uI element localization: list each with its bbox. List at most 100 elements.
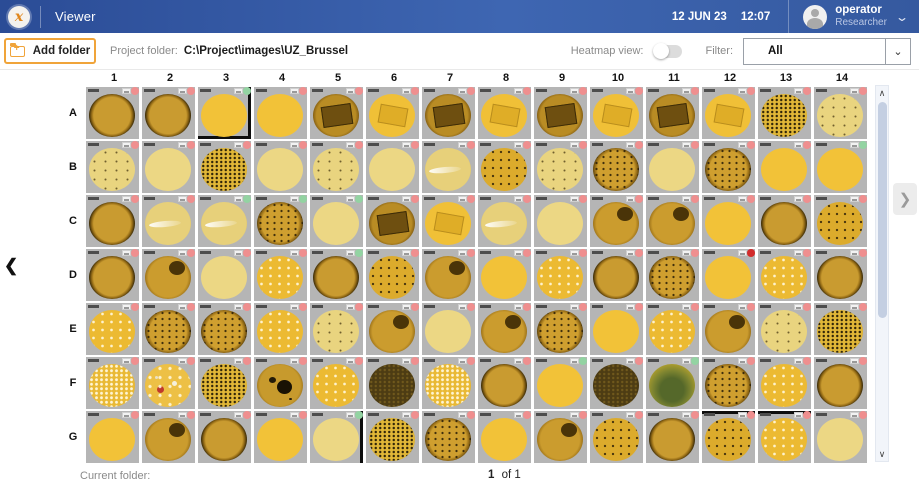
plate-cell-B6[interactable] — [366, 141, 419, 193]
plate-cell-C2[interactable] — [142, 195, 195, 247]
plate-cell-C3[interactable] — [198, 195, 251, 247]
plate-cell-F2[interactable] — [142, 357, 195, 409]
plate-cell-A14[interactable] — [814, 87, 867, 139]
plate-cell-C8[interactable] — [478, 195, 531, 247]
plate-cell-G6[interactable] — [366, 411, 419, 463]
plate-cell-A9[interactable] — [534, 87, 587, 139]
plate-cell-F5[interactable] — [310, 357, 363, 409]
plate-cell-F11[interactable] — [646, 357, 699, 409]
plate-cell-C6[interactable] — [366, 195, 419, 247]
plate-cell-B4[interactable] — [254, 141, 307, 193]
user-info[interactable]: operator Researcher — [835, 4, 887, 29]
plate-cell-F13[interactable] — [758, 357, 811, 409]
plate-cell-D10[interactable] — [590, 249, 643, 301]
plate-cell-B3[interactable] — [198, 141, 251, 193]
filter-dropdown[interactable]: All ⌄ — [743, 38, 911, 65]
plate-cell-B9[interactable] — [534, 141, 587, 193]
scroll-down-icon[interactable]: ∨ — [876, 447, 888, 461]
plate-cell-D7[interactable] — [422, 249, 475, 301]
plate-cell-B7[interactable] — [422, 141, 475, 193]
plate-cell-C13[interactable] — [758, 195, 811, 247]
plate-cell-C9[interactable] — [534, 195, 587, 247]
plate-cell-D11[interactable] — [646, 249, 699, 301]
plate-cell-F4[interactable] — [254, 357, 307, 409]
plate-cell-B1[interactable] — [86, 141, 139, 193]
heatmap-toggle[interactable] — [654, 45, 682, 58]
plate-cell-B10[interactable] — [590, 141, 643, 193]
plate-cell-B5[interactable] — [310, 141, 363, 193]
plate-cell-E5[interactable] — [310, 303, 363, 355]
next-page-chevron[interactable]: ❯ — [893, 183, 917, 215]
plate-cell-A10[interactable] — [590, 87, 643, 139]
plate-cell-G9[interactable] — [534, 411, 587, 463]
plate-cell-A7[interactable] — [422, 87, 475, 139]
chevron-down-icon[interactable]: ⌄ — [895, 10, 909, 24]
plate-cell-G11[interactable] — [646, 411, 699, 463]
plate-cell-G4[interactable] — [254, 411, 307, 463]
plate-cell-E7[interactable] — [422, 303, 475, 355]
plate-cell-G13[interactable] — [758, 411, 811, 463]
plate-cell-B2[interactable] — [142, 141, 195, 193]
plate-cell-G2[interactable] — [142, 411, 195, 463]
plate-cell-A6[interactable] — [366, 87, 419, 139]
plate-cell-F12[interactable] — [702, 357, 755, 409]
scrollbar-thumb[interactable] — [878, 102, 887, 318]
plate-cell-F6[interactable] — [366, 357, 419, 409]
plate-cell-B14[interactable] — [814, 141, 867, 193]
avatar[interactable] — [803, 5, 827, 29]
plate-cell-E6[interactable] — [366, 303, 419, 355]
plate-cell-E8[interactable] — [478, 303, 531, 355]
scrollbar[interactable]: ∧ ∨ — [875, 85, 889, 462]
plate-cell-F1[interactable] — [86, 357, 139, 409]
plate-cell-E14[interactable] — [814, 303, 867, 355]
plate-cell-A2[interactable] — [142, 87, 195, 139]
plate-cell-E11[interactable] — [646, 303, 699, 355]
plate-cell-A11[interactable] — [646, 87, 699, 139]
plate-cell-D1[interactable] — [86, 249, 139, 301]
plate-cell-E4[interactable] — [254, 303, 307, 355]
plate-cell-E2[interactable] — [142, 303, 195, 355]
plate-cell-G5[interactable] — [310, 411, 363, 463]
plate-cell-D8[interactable] — [478, 249, 531, 301]
plate-cell-F8[interactable] — [478, 357, 531, 409]
plate-cell-C10[interactable] — [590, 195, 643, 247]
plate-cell-E1[interactable] — [86, 303, 139, 355]
plate-cell-F9[interactable] — [534, 357, 587, 409]
plate-cell-C12[interactable] — [702, 195, 755, 247]
plate-cell-C11[interactable] — [646, 195, 699, 247]
plate-cell-F7[interactable] — [422, 357, 475, 409]
plate-cell-E10[interactable] — [590, 303, 643, 355]
plate-cell-A4[interactable] — [254, 87, 307, 139]
plate-cell-D2[interactable] — [142, 249, 195, 301]
chevron-down-icon[interactable]: ⌄ — [885, 38, 911, 65]
plate-cell-F3[interactable] — [198, 357, 251, 409]
plate-cell-E12[interactable] — [702, 303, 755, 355]
plate-cell-A13[interactable] — [758, 87, 811, 139]
plate-cell-G12[interactable] — [702, 411, 755, 463]
plate-cell-D5[interactable] — [310, 249, 363, 301]
plate-cell-E13[interactable] — [758, 303, 811, 355]
plate-cell-C7[interactable] — [422, 195, 475, 247]
plate-cell-B11[interactable] — [646, 141, 699, 193]
plate-cell-D6[interactable] — [366, 249, 419, 301]
plate-cell-C14[interactable] — [814, 195, 867, 247]
add-folder-button[interactable]: Add folder — [4, 38, 96, 64]
plate-cell-E9[interactable] — [534, 303, 587, 355]
plate-cell-G7[interactable] — [422, 411, 475, 463]
plate-cell-C4[interactable] — [254, 195, 307, 247]
plate-cell-D13[interactable] — [758, 249, 811, 301]
plate-cell-G1[interactable] — [86, 411, 139, 463]
plate-cell-D4[interactable] — [254, 249, 307, 301]
plate-cell-B13[interactable] — [758, 141, 811, 193]
plate-cell-G3[interactable] — [198, 411, 251, 463]
plate-cell-A3[interactable] — [198, 87, 251, 139]
plate-cell-E3[interactable] — [198, 303, 251, 355]
plate-cell-D3[interactable] — [198, 249, 251, 301]
plate-cell-G8[interactable] — [478, 411, 531, 463]
plate-cell-A1[interactable] — [86, 87, 139, 139]
plate-cell-A8[interactable] — [478, 87, 531, 139]
plate-cell-G14[interactable] — [814, 411, 867, 463]
plate-cell-A5[interactable] — [310, 87, 363, 139]
plate-cell-C1[interactable] — [86, 195, 139, 247]
scroll-up-icon[interactable]: ∧ — [876, 86, 888, 100]
